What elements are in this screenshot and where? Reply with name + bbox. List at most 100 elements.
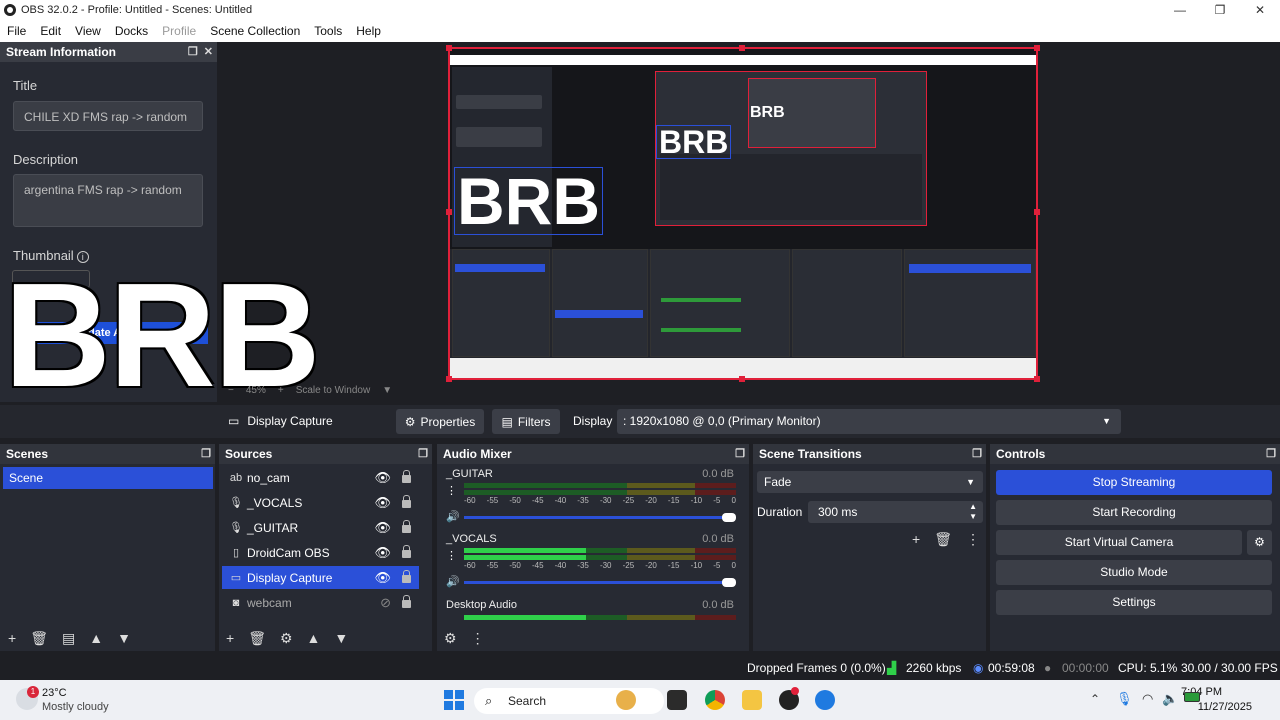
resize-handle[interactable] bbox=[1034, 209, 1040, 215]
resize-handle[interactable] bbox=[1034, 45, 1040, 51]
menu-file[interactable]: File bbox=[0, 24, 33, 38]
maximize-button[interactable]: ❐ bbox=[1200, 0, 1240, 20]
move-down-button[interactable]: ▼ bbox=[334, 630, 348, 647]
resize-handle[interactable] bbox=[1034, 376, 1040, 382]
properties-button[interactable]: ⚙ Properties bbox=[396, 409, 484, 434]
kebab-menu-icon[interactable]: ⋮ bbox=[446, 484, 457, 497]
settings-button[interactable]: Settings bbox=[996, 590, 1272, 615]
move-up-button[interactable]: ▲ bbox=[307, 630, 321, 647]
speaker-icon[interactable]: 🔊 bbox=[446, 575, 460, 588]
battery-icon[interactable] bbox=[1184, 692, 1200, 702]
source-item-selected[interactable]: ▭ Display Capture 👁 bbox=[222, 566, 419, 589]
source-item[interactable]: ◙ webcam ⊘ bbox=[222, 591, 419, 614]
stream-description-input[interactable]: argentina FMS rap -> random bbox=[13, 174, 203, 227]
move-up-button[interactable]: ▲ bbox=[89, 630, 103, 647]
source-item[interactable]: ▯ DroidCam OBS 👁 bbox=[222, 541, 419, 564]
taskbar-app-icon[interactable] bbox=[815, 690, 835, 710]
trash-icon[interactable]: 🗑 bbox=[248, 630, 266, 647]
undock-icon[interactable]: ❐ bbox=[188, 45, 198, 58]
lock-icon[interactable] bbox=[402, 470, 411, 483]
kebab-menu-icon[interactable]: ⋮ bbox=[471, 630, 485, 647]
display-select[interactable]: : 1920x1080 @ 0,0 (Primary Monitor) ▼ bbox=[617, 409, 1121, 434]
scale-mode-select[interactable]: Scale to Window bbox=[296, 385, 370, 396]
eye-icon[interactable]: 👁 bbox=[374, 545, 391, 561]
eye-icon[interactable]: 👁 bbox=[374, 520, 391, 536]
taskbar-widget-icon[interactable] bbox=[616, 690, 636, 710]
start-recording-button[interactable]: Start Recording bbox=[996, 500, 1272, 525]
undock-icon[interactable]: ❐ bbox=[735, 447, 745, 460]
spin-arrows-icon[interactable]: ▲ ▼ bbox=[969, 502, 977, 522]
lock-icon[interactable] bbox=[402, 595, 411, 608]
menu-scene-collection[interactable]: Scene Collection bbox=[203, 24, 307, 38]
menu-profile[interactable]: Profile bbox=[155, 24, 203, 38]
undock-icon[interactable]: ❐ bbox=[418, 447, 428, 460]
studio-mode-button[interactable]: Studio Mode bbox=[996, 560, 1272, 585]
lock-icon[interactable] bbox=[402, 495, 411, 508]
minimize-button[interactable]: — bbox=[1160, 0, 1200, 20]
menu-view[interactable]: View bbox=[68, 24, 108, 38]
resize-handle[interactable] bbox=[739, 376, 745, 382]
volume-icon[interactable]: 🔈 bbox=[1162, 691, 1178, 707]
close-dock-icon[interactable]: ✕ bbox=[204, 45, 213, 58]
kebab-menu-icon[interactable]: ⋮ bbox=[966, 531, 980, 548]
filter-icon[interactable]: ▤ bbox=[62, 630, 75, 647]
gear-icon[interactable]: ⚙ bbox=[280, 630, 293, 647]
undock-icon[interactable]: ❐ bbox=[201, 447, 211, 460]
source-item[interactable]: 🎙 _VOCALS 👁 bbox=[222, 491, 419, 514]
meter-tick-label: 0 bbox=[731, 561, 736, 570]
wifi-icon[interactable]: ◠ bbox=[1142, 691, 1153, 707]
trash-icon[interactable]: 🗑 bbox=[934, 531, 952, 548]
resize-handle[interactable] bbox=[446, 209, 452, 215]
move-down-button[interactable]: ▼ bbox=[117, 630, 131, 647]
add-transition-button[interactable]: + bbox=[912, 531, 920, 548]
stream-title-input[interactable]: CHILE XD FMS rap -> random bbox=[13, 101, 203, 131]
chrome-icon[interactable] bbox=[705, 690, 725, 710]
eye-hidden-icon[interactable]: ⊘ bbox=[380, 595, 391, 611]
windows-start-icon[interactable] bbox=[444, 690, 464, 710]
volume-slider[interactable] bbox=[464, 513, 736, 522]
lock-icon[interactable] bbox=[402, 545, 411, 558]
resize-handle[interactable] bbox=[739, 45, 745, 51]
stop-streaming-button[interactable]: Stop Streaming bbox=[996, 470, 1272, 495]
microphone-icon[interactable]: 🎙 bbox=[1116, 691, 1133, 707]
kebab-menu-icon[interactable]: ⋮ bbox=[446, 549, 457, 562]
duration-spinbox[interactable]: 300 ms ▲ ▼ bbox=[808, 501, 983, 523]
source-item[interactable]: ab no_cam 👁 bbox=[222, 466, 419, 489]
zoom-out-button[interactable]: − bbox=[228, 385, 234, 396]
menu-help[interactable]: Help bbox=[349, 24, 388, 38]
virtual-camera-settings-gear-icon[interactable]: ⚙ bbox=[1247, 530, 1272, 555]
menu-edit[interactable]: Edit bbox=[33, 24, 68, 38]
source-item[interactable]: 🎙 _GUITAR 👁 bbox=[222, 516, 419, 539]
chevron-down-icon[interactable]: ▼ bbox=[382, 385, 392, 396]
advanced-audio-icon[interactable]: ⚙ bbox=[444, 630, 457, 647]
add-source-button[interactable]: + bbox=[226, 630, 234, 647]
close-button[interactable]: ✕ bbox=[1240, 0, 1280, 20]
chevron-up-icon[interactable]: ⌃ bbox=[1090, 692, 1100, 706]
filters-button[interactable]: ▤ Filters bbox=[492, 409, 560, 434]
transition-select[interactable]: Fade ▼ bbox=[757, 471, 983, 493]
resize-handle[interactable] bbox=[446, 45, 452, 51]
add-scene-button[interactable]: + bbox=[8, 630, 16, 647]
preview-canvas[interactable]: BRB BRB BRB bbox=[448, 47, 1038, 380]
file-explorer-icon[interactable] bbox=[742, 690, 762, 710]
undock-icon[interactable]: ❐ bbox=[972, 447, 982, 460]
lock-icon[interactable] bbox=[402, 570, 411, 583]
eye-icon[interactable]: 👁 bbox=[374, 470, 391, 486]
volume-slider[interactable] bbox=[464, 578, 736, 587]
lock-icon[interactable] bbox=[402, 520, 411, 533]
clock-date[interactable]: 11/27/2025 bbox=[1198, 701, 1252, 713]
taskbar-app-icon[interactable] bbox=[667, 690, 687, 710]
speaker-icon[interactable]: 🔊 bbox=[446, 510, 460, 523]
undock-icon[interactable]: ❐ bbox=[1266, 447, 1276, 460]
resize-handle[interactable] bbox=[446, 376, 452, 382]
nested-taskbar bbox=[450, 358, 1036, 378]
zoom-in-button[interactable]: + bbox=[278, 385, 284, 396]
trash-icon[interactable]: 🗑 bbox=[30, 630, 48, 647]
scene-item[interactable]: Scene bbox=[3, 467, 213, 489]
menu-docks[interactable]: Docks bbox=[108, 24, 155, 38]
start-virtual-camera-button[interactable]: Start Virtual Camera bbox=[996, 530, 1242, 555]
menu-tools[interactable]: Tools bbox=[307, 24, 349, 38]
audio-meter bbox=[464, 490, 736, 495]
eye-icon[interactable]: 👁 bbox=[374, 495, 391, 511]
eye-icon[interactable]: 👁 bbox=[374, 570, 391, 586]
